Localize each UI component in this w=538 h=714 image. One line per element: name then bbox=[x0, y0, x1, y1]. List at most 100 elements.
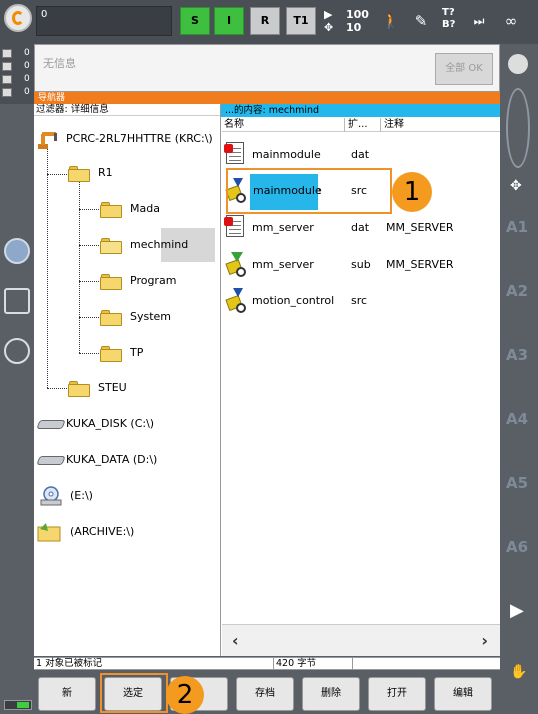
globe-icon[interactable] bbox=[508, 54, 528, 74]
gear-icon[interactable] bbox=[4, 238, 30, 264]
tree-label-kuka-disk: KUKA_DISK (C:\) bbox=[66, 417, 155, 430]
scroll-left-icon[interactable]: ‹ bbox=[232, 631, 239, 650]
axis-a6-label[interactable]: A6 bbox=[506, 538, 534, 556]
axis-a3-label[interactable]: A3 bbox=[506, 346, 534, 364]
robot-icon[interactable]: ✥ bbox=[510, 178, 522, 194]
error-icon bbox=[2, 49, 12, 58]
folder-icon bbox=[100, 346, 122, 362]
delete-button[interactable]: 删除 bbox=[302, 677, 360, 711]
tree-label-kuka-data: KUKA_DATA (D:\) bbox=[66, 453, 158, 466]
ok-all-button[interactable]: 全部 OK bbox=[435, 53, 493, 85]
folder-icon bbox=[68, 381, 90, 397]
dialog-icon bbox=[2, 88, 12, 97]
message-counts: 0 0 0 0 bbox=[0, 44, 34, 104]
interpreter-status-button[interactable]: I bbox=[214, 7, 244, 35]
message-count-warning[interactable]: 0 bbox=[2, 61, 32, 72]
program-override-value: 100 bbox=[346, 8, 369, 21]
file-ext: sub bbox=[351, 258, 371, 271]
tree-line bbox=[79, 182, 80, 353]
navigator-title: 导航器 bbox=[34, 92, 500, 104]
message-count-error[interactable]: 0 bbox=[2, 48, 32, 59]
column-name-header[interactable]: 名称 bbox=[224, 118, 244, 132]
axis-a2-label[interactable]: A2 bbox=[506, 282, 534, 300]
file-name: mm_server bbox=[252, 258, 314, 271]
folder-icon bbox=[68, 166, 90, 182]
file-row[interactable]: mm_server sub MM_SERVER bbox=[222, 250, 500, 280]
skip-forward-icon[interactable]: ⏭ bbox=[466, 7, 492, 35]
file-comment: MM_SERVER bbox=[386, 221, 454, 234]
tree-node-kuka-data[interactable]: KUKA_DATA (D:\) bbox=[34, 449, 218, 471]
tree-label-archive: (ARCHIVE:\) bbox=[70, 525, 135, 538]
axis-a5-label[interactable]: A5 bbox=[506, 474, 534, 492]
tree-line bbox=[79, 317, 99, 318]
program-field[interactable]: 0 bbox=[36, 6, 172, 36]
file-row[interactable]: motion_control src bbox=[222, 286, 500, 316]
warning-icon bbox=[2, 62, 12, 71]
operating-mode-button[interactable]: T1 bbox=[286, 7, 316, 35]
robot-status-button[interactable]: R bbox=[250, 7, 280, 35]
tree-node-root[interactable]: PCRC-2RL7HHTTRE (KRC:\) bbox=[34, 128, 218, 150]
file-name: mainmodule bbox=[252, 148, 321, 161]
tree-node-steu[interactable]: STEU bbox=[66, 377, 186, 399]
jog-icon: ✥ bbox=[324, 21, 334, 34]
axis-a4-label[interactable]: A4 bbox=[506, 410, 534, 428]
battery-indicator bbox=[4, 700, 32, 710]
disk-drive-icon bbox=[36, 453, 66, 467]
tool-icon[interactable]: ✎ bbox=[408, 7, 434, 35]
tree-label-system: System bbox=[130, 310, 172, 323]
column-comment-header[interactable]: 注释 bbox=[384, 118, 404, 132]
new-button[interactable]: 新 bbox=[38, 677, 96, 711]
column-separator bbox=[380, 118, 381, 132]
annotation-badge-2: 2 bbox=[166, 676, 204, 714]
archive-button[interactable]: 存档 bbox=[236, 677, 294, 711]
tree-label-root: PCRC-2RL7HHTTRE (KRC:\) bbox=[66, 132, 213, 145]
info-icon bbox=[2, 75, 12, 84]
open-button[interactable]: 打开 bbox=[368, 677, 426, 711]
tree-node-kuka-disk[interactable]: KUKA_DISK (C:\) bbox=[34, 413, 218, 435]
tree-node-tp[interactable]: TP bbox=[98, 342, 208, 364]
file-name: mm_server bbox=[252, 221, 314, 234]
file-name: motion_control bbox=[252, 294, 335, 307]
hand-icon[interactable]: ✋ bbox=[510, 664, 527, 680]
tree-line bbox=[79, 281, 99, 282]
tree-label-e-drive: (E:\) bbox=[70, 489, 93, 502]
tree-line bbox=[79, 209, 99, 210]
message-count-dialog[interactable]: 0 bbox=[2, 87, 32, 98]
tree-line bbox=[47, 148, 48, 388]
start-icon[interactable]: ▶ bbox=[510, 600, 524, 621]
file-ext: dat bbox=[351, 221, 370, 234]
tool-label: T? bbox=[442, 7, 455, 18]
submit-status-button[interactable]: S bbox=[180, 7, 210, 35]
filter-label: 过滤器: 详细信息 bbox=[34, 104, 220, 116]
tree-node-mada[interactable]: Mada bbox=[98, 198, 208, 220]
tree-label-r1: R1 bbox=[98, 166, 113, 179]
scroll-right-icon[interactable]: › bbox=[481, 631, 488, 650]
walker-icon[interactable]: 🚶 bbox=[378, 7, 404, 35]
cd-drive-icon bbox=[40, 486, 62, 506]
tree-node-e-drive[interactable]: (E:\) bbox=[34, 485, 218, 507]
tree-node-archive[interactable]: (ARCHIVE:\) bbox=[34, 521, 218, 543]
dat-file-icon bbox=[224, 142, 248, 168]
column-ext-header[interactable]: 扩... bbox=[348, 118, 368, 132]
file-row[interactable]: mainmodule dat bbox=[222, 140, 500, 170]
tree-node-system[interactable]: System bbox=[98, 306, 208, 328]
tool-base-indicator[interactable]: T? B? bbox=[442, 7, 455, 31]
message-count-info[interactable]: 0 bbox=[2, 74, 32, 85]
program-field-value: 0 bbox=[41, 9, 48, 20]
override-indicator[interactable]: ▶ ✥ 100 10 bbox=[320, 7, 372, 35]
tree-node-r1[interactable]: R1 bbox=[66, 162, 186, 184]
kuka-logo[interactable] bbox=[4, 4, 32, 32]
incremental-label[interactable]: ∞ bbox=[498, 7, 524, 35]
axis-a1-label[interactable]: A1 bbox=[506, 218, 534, 236]
tree-label-mechmind: mechmind bbox=[130, 238, 189, 251]
user-group-icon[interactable] bbox=[4, 338, 30, 364]
edit-button[interactable]: 编辑 bbox=[434, 677, 492, 711]
horizontal-scrollbar[interactable]: ‹ › bbox=[222, 624, 500, 656]
tree-label-program: Program bbox=[130, 274, 177, 287]
tree-node-mechmind[interactable]: mechmind bbox=[98, 234, 218, 256]
dat-file-icon bbox=[224, 215, 248, 241]
tree-node-program[interactable]: Program bbox=[98, 270, 208, 292]
robot-pose-icon[interactable] bbox=[4, 288, 30, 314]
file-row[interactable]: mm_server dat MM_SERVER bbox=[222, 213, 500, 243]
space-mouse-icon[interactable] bbox=[506, 88, 530, 168]
